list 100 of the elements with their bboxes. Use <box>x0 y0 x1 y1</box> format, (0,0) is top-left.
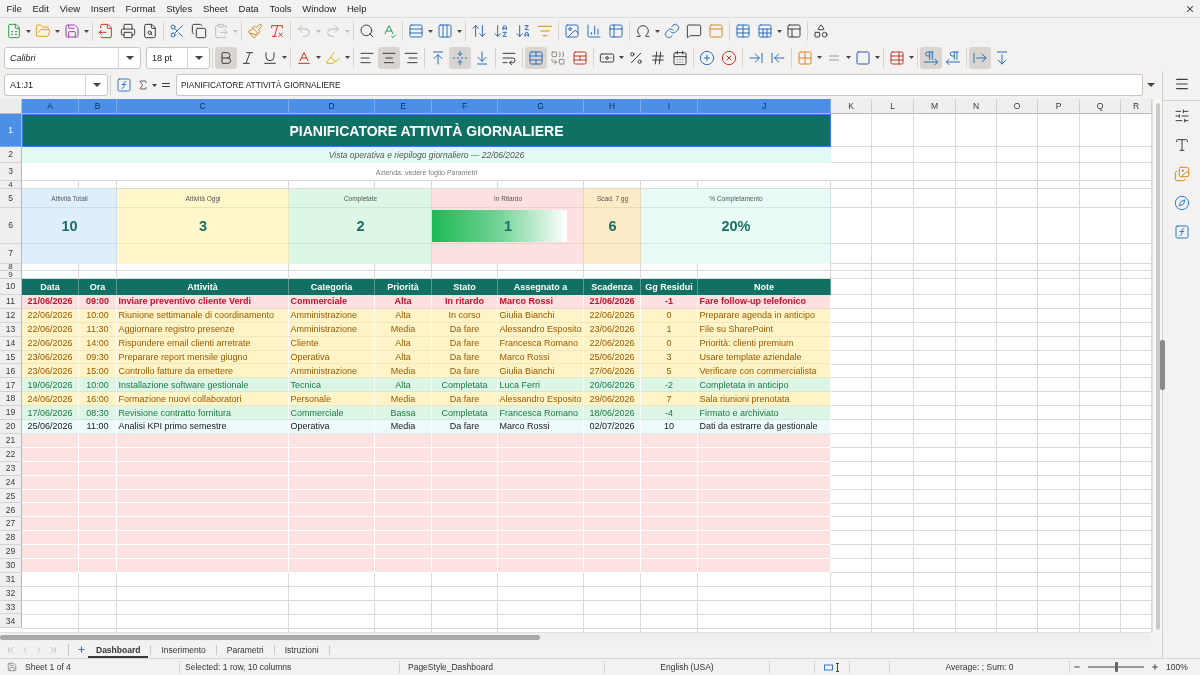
menu-item[interactable]: Styles <box>160 3 198 14</box>
row-header[interactable]: 7 <box>0 244 22 264</box>
function-icon[interactable] <box>1173 224 1190 240</box>
column-header[interactable]: J <box>698 99 831 114</box>
column-header[interactable]: A <box>22 99 79 114</box>
file-export-icon[interactable] <box>98 23 114 39</box>
row-header[interactable]: 16 <box>0 364 22 379</box>
letter-t-icon[interactable] <box>1173 137 1190 153</box>
align-bottom-icon[interactable] <box>474 49 490 66</box>
row-header[interactable]: 25 <box>0 489 22 504</box>
row-header[interactable]: 18 <box>0 392 22 407</box>
sort-ascending-icon[interactable] <box>493 23 509 39</box>
row-header[interactable]: 6 <box>0 208 22 244</box>
row-header[interactable]: 11 <box>0 295 22 309</box>
scissors-icon[interactable] <box>169 23 185 39</box>
image-icon[interactable] <box>564 23 580 39</box>
row-header[interactable]: 34 <box>0 614 22 629</box>
menu-item[interactable]: View <box>54 3 86 14</box>
sheet-tab[interactable]: Inserimento <box>153 641 214 658</box>
column-header[interactable]: M <box>914 99 956 114</box>
omega-icon[interactable] <box>635 23 651 39</box>
name-box[interactable]: A1:J1 <box>4 74 108 96</box>
menu-item[interactable]: Edit <box>27 3 55 14</box>
underline-icon[interactable] <box>262 49 278 66</box>
caret-icon[interactable] <box>152 83 157 87</box>
menu-item[interactable]: Window <box>296 3 342 14</box>
caret-icon[interactable] <box>84 29 89 33</box>
language[interactable]: English (USA) <box>660 662 714 672</box>
caret-icon[interactable] <box>457 29 462 33</box>
file-search-icon[interactable] <box>142 23 158 39</box>
row-header[interactable]: 3 <box>0 163 22 181</box>
caret-icon[interactable] <box>282 56 287 59</box>
x-circle-icon[interactable] <box>721 49 737 66</box>
font-color-icon[interactable] <box>296 49 312 66</box>
horizontal-scrollbar[interactable] <box>0 632 1150 641</box>
row-header[interactable]: 5 <box>0 189 22 208</box>
clipboard-icon[interactable] <box>213 23 229 39</box>
printer-icon[interactable] <box>120 23 136 39</box>
caret-icon[interactable] <box>55 29 60 33</box>
caret-icon[interactable] <box>92 83 101 87</box>
filter-icon[interactable] <box>537 23 553 39</box>
align-middle-icon[interactable] <box>449 46 471 69</box>
sheet-tab[interactable]: Dashboard <box>88 641 149 658</box>
column-header[interactable]: P <box>1038 99 1080 114</box>
italic-icon[interactable] <box>240 49 256 66</box>
menu-item[interactable]: Insert <box>85 3 120 14</box>
zoom-out-icon[interactable] <box>1073 663 1081 671</box>
window-layout-icon[interactable] <box>786 23 802 39</box>
menu-item[interactable]: Help <box>341 3 372 14</box>
page-style[interactable]: PageStyle_Dashboard <box>408 662 494 672</box>
column-header[interactable]: K <box>831 99 872 114</box>
speech-bubble-icon[interactable] <box>686 23 702 39</box>
sliders-icon[interactable] <box>1173 108 1190 124</box>
row-header[interactable]: 19 <box>0 406 22 420</box>
table-icon[interactable] <box>608 23 624 39</box>
menu-item[interactable]: Sheet <box>197 3 234 14</box>
font-name-field[interactable]: Calibri <box>4 46 141 69</box>
column-header[interactable]: B <box>79 99 117 114</box>
add-icon[interactable] <box>77 645 86 654</box>
column-header[interactable]: H <box>584 99 641 114</box>
split-cells-icon[interactable] <box>572 49 588 66</box>
paintbrush-icon[interactable] <box>247 23 263 39</box>
pilcrow-left-icon[interactable] <box>945 49 961 66</box>
scrollbar-thumb[interactable] <box>0 634 540 640</box>
compass-icon[interactable] <box>1173 195 1190 211</box>
row-header[interactable]: 27 <box>0 517 22 532</box>
column-header[interactable]: E <box>375 99 432 114</box>
row-header[interactable]: 17 <box>0 378 22 393</box>
selection-mode-icon[interactable] <box>824 662 840 672</box>
close-icon[interactable] <box>1185 3 1195 14</box>
sheet-tab[interactable]: Parametri <box>218 641 272 658</box>
caret-icon[interactable] <box>655 29 660 33</box>
sort-icon[interactable] <box>471 23 487 39</box>
bold-icon[interactable] <box>215 46 237 69</box>
caret-icon[interactable] <box>125 55 134 60</box>
menu-icon[interactable] <box>1173 76 1190 92</box>
formula-input[interactable]: PIANIFICATORE ATTIVITÀ GIORNALIERE <box>176 74 1143 96</box>
menu-item[interactable]: Format <box>120 3 161 14</box>
sort-descending-icon[interactable] <box>515 23 531 39</box>
clear-formatting-icon[interactable] <box>269 23 285 39</box>
sheet-tab[interactable]: Istruzioni <box>276 641 327 658</box>
caret-icon[interactable] <box>777 29 782 33</box>
vertical-scrollbar[interactable] <box>1152 99 1162 632</box>
pilcrow-right-icon[interactable] <box>920 46 942 69</box>
caret-icon[interactable] <box>817 56 822 59</box>
column-header[interactable]: R <box>1121 99 1152 114</box>
row-header[interactable]: 20 <box>0 420 22 434</box>
calendar-icon[interactable] <box>672 49 688 66</box>
row-header[interactable]: 10 <box>0 279 22 295</box>
caret-icon[interactable] <box>846 56 851 59</box>
caret-icon[interactable] <box>619 56 624 59</box>
combine-icon[interactable] <box>550 49 566 66</box>
column-header[interactable]: I <box>641 99 698 114</box>
column-header[interactable]: L <box>872 99 914 114</box>
column-header[interactable]: O <box>997 99 1038 114</box>
plus-circle-icon[interactable] <box>699 49 715 66</box>
search-icon[interactable] <box>359 23 375 39</box>
copy-icon[interactable] <box>191 23 207 39</box>
menu-item[interactable]: Data <box>233 3 264 14</box>
shapes-icon[interactable] <box>813 23 829 39</box>
